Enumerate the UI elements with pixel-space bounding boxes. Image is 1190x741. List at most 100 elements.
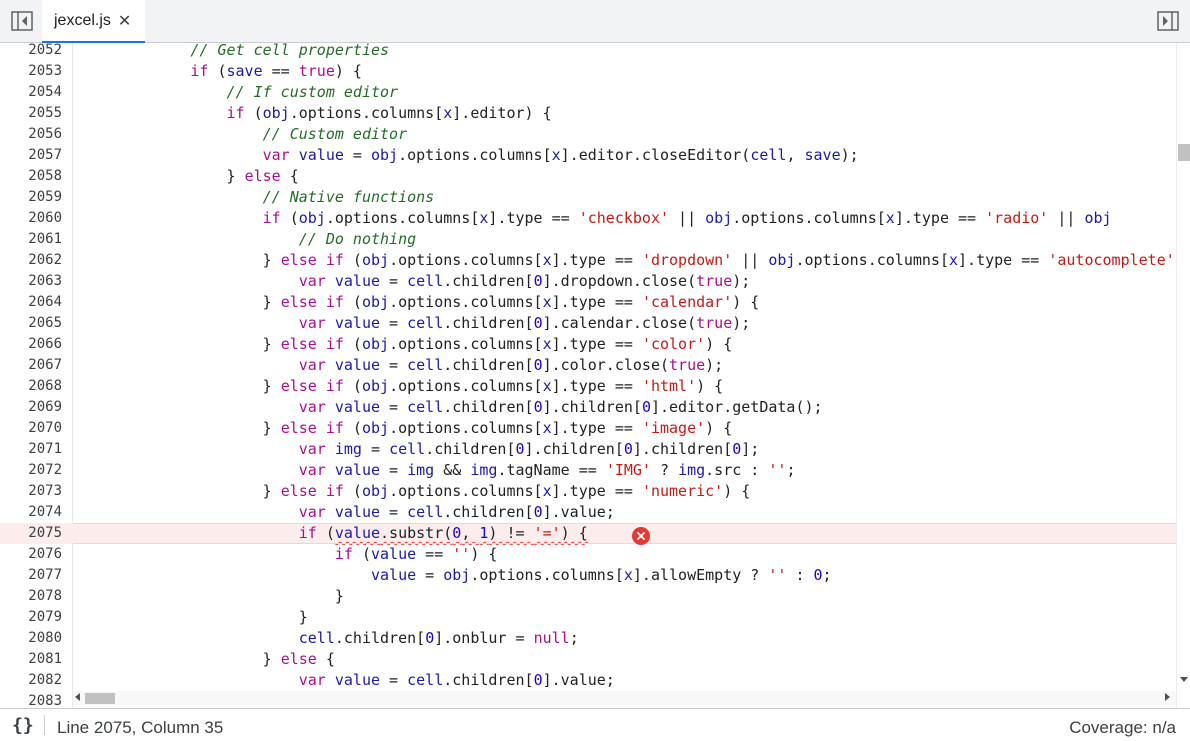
code-line[interactable]: 2071 var img = cell.children[0].children… <box>0 439 1176 460</box>
line-number: 2062 <box>28 252 62 268</box>
line-number: 2080 <box>28 630 62 646</box>
file-tab-label: jexcel.js <box>54 11 111 29</box>
line-source: var value = obj.options.columns[x].edito… <box>262 146 859 164</box>
line-source: } else if (obj.options.columns[x].type =… <box>262 419 733 437</box>
code-line[interactable]: 2053 if (save == true) { <box>0 61 1176 82</box>
horizontal-scrollbar[interactable] <box>73 691 1176 705</box>
scroll-down-arrow-icon[interactable] <box>1180 677 1188 682</box>
line-number: 2058 <box>28 168 62 184</box>
line-number: 2069 <box>28 399 62 415</box>
code-line[interactable]: 2076 if (value == '') { <box>0 544 1176 565</box>
code-line[interactable]: 2078 } <box>0 586 1176 607</box>
line-number: 2067 <box>28 357 62 373</box>
line-number: 2066 <box>28 336 62 352</box>
code-editor[interactable]: 2052 // Get cell properties 2053 if (sav… <box>0 43 1190 708</box>
line-source: } else if (obj.options.columns[x].type =… <box>262 335 733 353</box>
line-source: // Native functions <box>262 188 435 206</box>
active-error-line[interactable]: 2075 if (value.substr(0, 1) != '=') { <box>0 523 1176 544</box>
line-source: var value = img && img.tagName == 'IMG' … <box>298 461 796 479</box>
line-number: 2064 <box>28 294 62 310</box>
line-number: 2082 <box>28 672 62 688</box>
code-line[interactable]: 2061 // Do nothing <box>0 229 1176 250</box>
code-line[interactable]: 2058 } else { <box>0 166 1176 187</box>
line-number: 2075 <box>28 525 62 541</box>
code-line[interactable]: 2069 var value = cell.children[0].childr… <box>0 397 1176 418</box>
line-source: } else { <box>262 650 335 668</box>
line-source: } else if (obj.options.columns[x].type =… <box>262 293 760 311</box>
code-line[interactable]: 2065 var value = cell.children[0].calend… <box>0 313 1176 334</box>
line-number: 2071 <box>28 441 62 457</box>
line-source: var value = cell.children[0].calendar.cl… <box>298 314 751 332</box>
line-number: 2068 <box>28 378 62 394</box>
code-line[interactable]: 2064 } else if (obj.options.columns[x].t… <box>0 292 1176 313</box>
code-line[interactable]: 2079 } <box>0 607 1176 628</box>
code-line[interactable]: 2066 } else if (obj.options.columns[x].t… <box>0 334 1176 355</box>
line-number: 2052 <box>28 43 62 58</box>
line-source: // Custom editor <box>262 125 408 143</box>
line-source: } else { <box>226 167 299 185</box>
code-line[interactable]: 2052 // Get cell properties <box>0 43 1176 61</box>
toggle-navigator-icon[interactable] <box>10 10 34 32</box>
cursor-position: Line 2075, Column 35 <box>57 718 224 737</box>
code-line[interactable]: 2082 var value = cell.children[0].value; <box>0 670 1176 691</box>
line-source: } else if (obj.options.columns[x].type =… <box>262 251 1175 269</box>
line-source: } <box>298 608 308 626</box>
code-line[interactable]: 2057 var value = obj.options.columns[x].… <box>0 145 1176 166</box>
line-source: var value = cell.children[0].value; <box>298 671 615 689</box>
code-area[interactable]: 2052 // Get cell properties 2053 if (sav… <box>0 43 1176 708</box>
scroll-left-arrow-icon[interactable] <box>75 693 80 701</box>
code-line[interactable]: 2074 var value = cell.children[0].value; <box>0 502 1176 523</box>
code-line[interactable]: 2070 } else if (obj.options.columns[x].t… <box>0 418 1176 439</box>
line-number: 2079 <box>28 609 62 625</box>
scroll-right-arrow-icon[interactable] <box>1165 693 1170 701</box>
line-source: } else if (obj.options.columns[x].type =… <box>262 377 724 395</box>
line-number: 2077 <box>28 567 62 583</box>
code-line[interactable]: 2063 var value = cell.children[0].dropdo… <box>0 271 1176 292</box>
line-source: // Get cell properties <box>190 43 390 59</box>
line-number: 2070 <box>28 420 62 436</box>
line-number: 2055 <box>28 105 62 121</box>
code-line[interactable]: 2060 if (obj.options.columns[x].type == … <box>0 208 1176 229</box>
line-source: // If custom editor <box>226 83 399 101</box>
line-source: if (value == '') { <box>334 545 498 563</box>
toggle-debugger-icon[interactable] <box>1156 10 1180 32</box>
code-line[interactable]: 2081 } else { <box>0 649 1176 670</box>
code-line[interactable]: 2055 if (obj.options.columns[x].editor) … <box>0 103 1176 124</box>
line-source: var img = cell.children[0].children[0].c… <box>298 440 760 458</box>
close-icon[interactable]: ✕ <box>118 12 131 29</box>
line-source: value = obj.options.columns[x].allowEmpt… <box>370 566 832 584</box>
error-squiggle: value.substr(0, 1) != '=') { <box>334 524 588 542</box>
line-source: if (value.substr(0, 1) != '=') { <box>298 524 588 542</box>
error-circle-icon[interactable] <box>632 527 650 545</box>
file-tab[interactable]: jexcel.js ✕ <box>42 0 145 43</box>
code-line[interactable]: 2067 var value = cell.children[0].color.… <box>0 355 1176 376</box>
status-bar: {} Line 2075, Column 35 Coverage: n/a <box>0 708 1190 741</box>
line-number: 2053 <box>28 63 62 79</box>
pretty-print-braces-icon[interactable]: {} <box>12 715 34 736</box>
code-line[interactable]: 2080 cell.children[0].onblur = null; <box>0 628 1176 649</box>
line-source: var value = cell.children[0].dropdown.cl… <box>298 272 751 290</box>
line-number: 2060 <box>28 210 62 226</box>
vertical-scrollbar-thumb[interactable] <box>1178 144 1190 161</box>
code-line[interactable]: 2068 } else if (obj.options.columns[x].t… <box>0 376 1176 397</box>
line-number: 2065 <box>28 315 62 331</box>
line-number: 2074 <box>28 504 62 520</box>
code-line[interactable]: 2062 } else if (obj.options.columns[x].t… <box>0 250 1176 271</box>
line-number: 2081 <box>28 651 62 667</box>
line-number: 2059 <box>28 189 62 205</box>
line-number: 2057 <box>28 147 62 163</box>
code-line[interactable]: 2072 var value = img && img.tagName == '… <box>0 460 1176 481</box>
line-source: } <box>334 587 344 605</box>
code-line[interactable]: 2077 value = obj.options.columns[x].allo… <box>0 565 1176 586</box>
vertical-scrollbar[interactable] <box>1176 43 1190 708</box>
horizontal-scrollbar-thumb[interactable] <box>85 693 115 704</box>
line-number: 2073 <box>28 483 62 499</box>
line-source: } else if (obj.options.columns[x].type =… <box>262 482 751 500</box>
code-line[interactable]: 2073 } else if (obj.options.columns[x].t… <box>0 481 1176 502</box>
line-number: 2076 <box>28 546 62 562</box>
line-number: 2061 <box>28 231 62 247</box>
code-line[interactable]: 2059 // Native functions <box>0 187 1176 208</box>
line-number: 2054 <box>28 84 62 100</box>
code-line[interactable]: 2056 // Custom editor <box>0 124 1176 145</box>
code-line[interactable]: 2054 // If custom editor <box>0 82 1176 103</box>
